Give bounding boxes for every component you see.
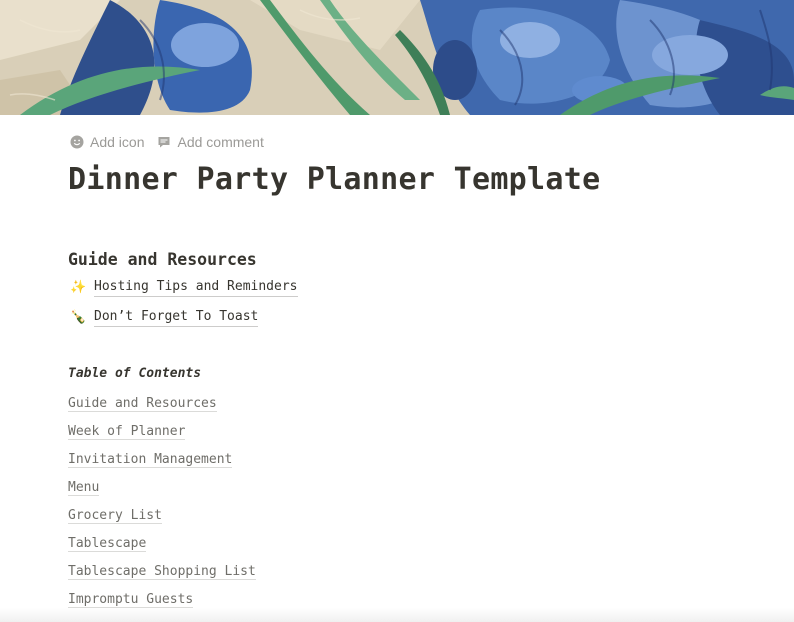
add-icon-button[interactable]: Add icon (70, 134, 144, 150)
toc-link-menu[interactable]: Menu (68, 480, 100, 496)
toc-link-grocery-list[interactable]: Grocery List (68, 508, 162, 524)
toast-link[interactable]: 🍾 Don’t Forget To Toast (69, 308, 259, 327)
add-comment-button[interactable]: Add comment (157, 134, 264, 150)
toc-item: Grocery List (68, 507, 256, 535)
toc-link-tablescape-shopping-list[interactable]: Tablescape Shopping List (68, 564, 256, 580)
toc-item: Guide and Resources (68, 395, 256, 423)
toc-link-impromptu-guests[interactable]: Impromptu Guests (68, 592, 194, 608)
page-controls: Add icon Add comment (70, 134, 264, 150)
smiley-icon (70, 135, 84, 149)
comment-icon (157, 135, 171, 149)
page-title[interactable]: Dinner Party Planner Template (68, 162, 600, 197)
add-icon-label: Add icon (90, 134, 145, 150)
hosting-tips-link[interactable]: ✨ Hosting Tips and Reminders (69, 278, 298, 297)
hosting-tips-label: Hosting Tips and Reminders (94, 278, 298, 297)
toc-item: Menu (68, 479, 256, 507)
toc-item: Tablescape (68, 535, 256, 563)
toc-title: Table of Contents (68, 366, 202, 381)
toast-label: Don’t Forget To Toast (94, 308, 259, 327)
add-comment-label: Add comment (177, 134, 264, 150)
toc-item: Tablescape Shopping List (68, 563, 256, 591)
toc-link-guide-and-resources[interactable]: Guide and Resources (68, 396, 217, 412)
cover-image[interactable] (0, 0, 794, 115)
irises-painting-icon (0, 0, 794, 115)
toc-link-week-of-planner[interactable]: Week of Planner (68, 424, 186, 440)
toc-link-invitation-management[interactable]: Invitation Management (68, 452, 233, 468)
toc-item: Invitation Management (68, 451, 256, 479)
sparkles-icon: ✨ (70, 280, 87, 295)
toc-link-tablescape[interactable]: Tablescape (68, 536, 147, 552)
toc-item: Week of Planner (68, 423, 256, 451)
guide-section-heading: Guide and Resources (68, 250, 257, 269)
champagne-bottle-icon: 🍾 (70, 310, 87, 325)
table-of-contents: Guide and Resources Week of Planner Invi… (68, 395, 256, 619)
bottom-fade (0, 608, 794, 622)
